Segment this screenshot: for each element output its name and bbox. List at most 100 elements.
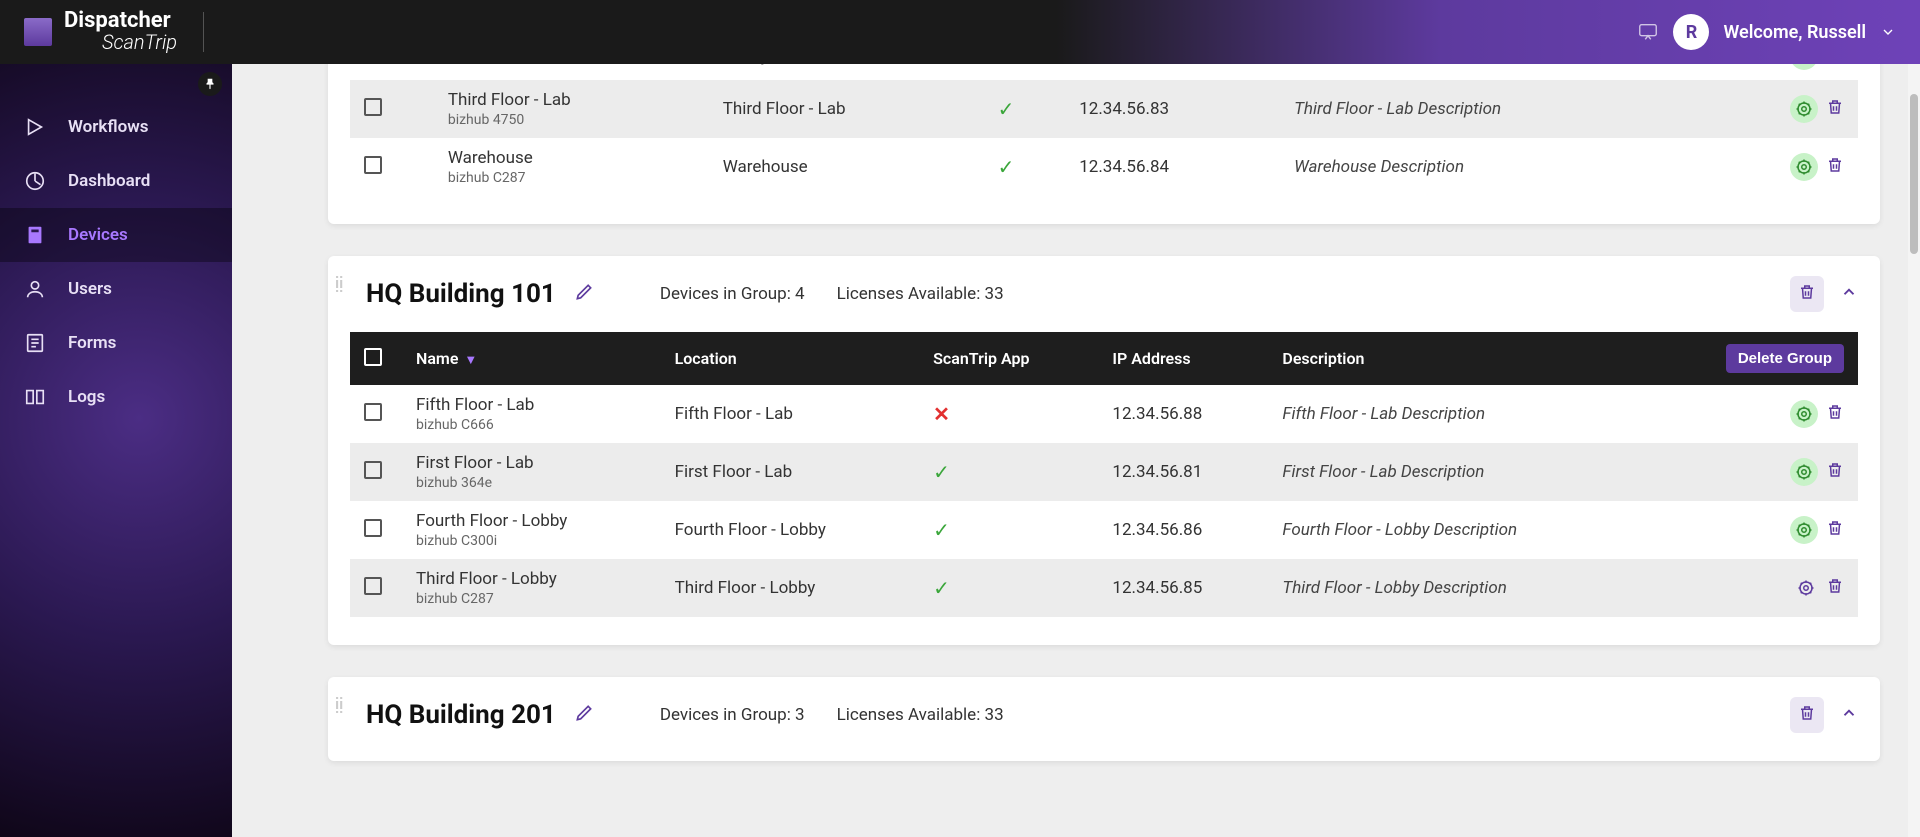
device-model: bizhub C287 xyxy=(448,170,695,186)
delete-device-button[interactable] xyxy=(1826,576,1844,601)
pin-sidebar-button[interactable] xyxy=(198,72,222,96)
gear-icon[interactable] xyxy=(1794,576,1818,600)
scrollbar[interactable] xyxy=(1908,64,1920,837)
gear-configured-icon[interactable] xyxy=(1790,95,1818,123)
chat-icon[interactable] xyxy=(1637,21,1659,43)
group-title: HQ Building 201 xyxy=(366,700,556,730)
col-location[interactable]: Location xyxy=(661,332,920,385)
collapse-group-button[interactable] xyxy=(1840,283,1858,305)
device-row: Warehouse bizhub C287 Warehouse ✓ 12.34.5… xyxy=(350,138,1858,196)
status-ok-icon: ✓ xyxy=(998,155,1015,179)
device-description: Fourth Floor - Lobby Description xyxy=(1268,501,1647,559)
logo: Dispatcher ScanTrip xyxy=(24,10,204,54)
gear-configured-icon[interactable] xyxy=(1790,516,1818,544)
device-description: Third Floor - Lobby Description xyxy=(1268,559,1647,617)
col-scantrip[interactable]: ScanTrip App xyxy=(919,332,1098,385)
sidebar-item-label: Users xyxy=(68,279,112,299)
device-name: Fourth Floor - Lobby xyxy=(416,511,647,531)
main-content: bizhub 364e Lobby Third Floor - Labbizhu… xyxy=(232,0,1920,837)
device-table: Name▼ Location ScanTrip App IP Address D… xyxy=(350,332,1858,617)
user-menu[interactable]: R Welcome, Russell xyxy=(1637,14,1896,50)
group-card: ⠿⠿ HQ Building 101 Devices in Group: 4 L… xyxy=(328,256,1880,645)
delete-device-button[interactable] xyxy=(1826,518,1844,543)
device-row: First Floor - Lab bizhub 364e First Floor… xyxy=(350,443,1858,501)
status-ok-icon: ✓ xyxy=(933,576,950,600)
sidebar-item-users[interactable]: Users xyxy=(0,262,232,316)
col-ip[interactable]: IP Address xyxy=(1098,332,1268,385)
status-ok-icon: ✓ xyxy=(933,518,950,542)
col-description[interactable]: Description xyxy=(1268,332,1647,385)
sidebar-item-devices[interactable]: Devices xyxy=(0,208,232,262)
device-location: Warehouse xyxy=(709,138,984,196)
device-ip: 12.34.56.85 xyxy=(1098,559,1268,617)
sidebar-item-workflows[interactable]: Workflows xyxy=(0,100,232,154)
device-model: bizhub C666 xyxy=(416,417,647,433)
delete-group-button[interactable]: Delete Group xyxy=(1726,344,1844,373)
header: Dispatcher ScanTrip R Welcome, Russell xyxy=(0,0,1920,64)
gear-configured-icon[interactable] xyxy=(1790,400,1818,428)
row-checkbox[interactable] xyxy=(364,403,382,421)
sidebar-item-forms[interactable]: Forms xyxy=(0,316,232,370)
device-model: bizhub 364e xyxy=(416,475,647,491)
col-name[interactable]: Name▼ xyxy=(402,332,661,385)
row-checkbox[interactable] xyxy=(364,577,382,595)
logs-icon xyxy=(24,386,46,408)
drag-handle-icon[interactable]: ⠿⠿ xyxy=(334,280,340,292)
avatar[interactable]: R xyxy=(1673,14,1709,50)
device-location: Fourth Floor - Lobby xyxy=(661,501,920,559)
device-name: Warehouse xyxy=(448,148,695,168)
delete-device-button[interactable] xyxy=(1826,460,1844,485)
device-row: Third Floor - Lobbybizhub C287 Third Flo… xyxy=(350,559,1858,617)
delete-device-button[interactable] xyxy=(1826,402,1844,427)
edit-group-title-button[interactable] xyxy=(574,703,594,727)
delete-group-icon-button[interactable] xyxy=(1790,276,1824,312)
delete-group-icon-button[interactable] xyxy=(1790,697,1824,733)
sidebar-item-label: Workflows xyxy=(68,117,149,137)
status-ok-icon: ✓ xyxy=(998,97,1015,121)
sidebar-item-dashboard[interactable]: Dashboard xyxy=(0,154,232,208)
chevron-down-icon[interactable] xyxy=(1880,24,1896,40)
device-name: First Floor - Lab xyxy=(416,453,647,473)
device-location: Fifth Floor - Lab xyxy=(661,385,920,443)
sidebar-item-logs[interactable]: Logs xyxy=(0,370,232,424)
row-checkbox[interactable] xyxy=(364,98,382,116)
collapse-group-button[interactable] xyxy=(1840,704,1858,726)
devices-in-group: Devices in Group: 4 xyxy=(660,284,805,304)
device-location: Third Floor - Lab xyxy=(709,80,984,138)
drag-handle-icon[interactable]: ⠿⠿ xyxy=(334,701,340,713)
device-location: First Floor - Lab xyxy=(661,443,920,501)
device-row: Fourth Floor - Lobby bizhub C300i Fourth … xyxy=(350,501,1858,559)
licenses-available: Licenses Available: 33 xyxy=(837,284,1004,304)
row-checkbox[interactable] xyxy=(364,156,382,174)
logo-mark-icon xyxy=(24,18,52,46)
dashboard-icon xyxy=(24,170,46,192)
group-title: HQ Building 101 xyxy=(366,279,556,309)
device-ip: 12.34.56.84 xyxy=(1065,138,1280,196)
device-ip: 12.34.56.83 xyxy=(1065,80,1280,138)
forms-icon xyxy=(24,332,46,354)
delete-device-button[interactable] xyxy=(1826,155,1844,180)
device-row: Third Floor - Labbizhub 4750 Third Floor… xyxy=(350,80,1858,138)
workflow-icon xyxy=(24,116,46,138)
gear-configured-icon[interactable] xyxy=(1790,458,1818,486)
device-description: Warehouse Description xyxy=(1280,138,1708,196)
sidebar-item-label: Devices xyxy=(68,225,128,245)
device-model: bizhub C300i xyxy=(416,533,647,549)
device-location: Third Floor - Lobby xyxy=(661,559,920,617)
gear-configured-icon[interactable] xyxy=(1790,153,1818,181)
row-checkbox[interactable] xyxy=(364,519,382,537)
sort-desc-icon: ▼ xyxy=(464,353,477,368)
sidebar: Workflows Dashboard Devices Users FormsLogs xyxy=(0,0,232,837)
brand-sub: ScanTrip xyxy=(102,30,177,54)
select-all-checkbox[interactable] xyxy=(364,348,382,366)
group-card: ⠿⠿ HQ Building 201 Devices in Group: 3 L… xyxy=(328,677,1880,761)
row-checkbox[interactable] xyxy=(364,461,382,479)
device-description: Fifth Floor - Lab Description xyxy=(1268,385,1647,443)
scrollbar-thumb[interactable] xyxy=(1910,94,1918,254)
welcome-text: Welcome, Russell xyxy=(1723,22,1866,43)
edit-group-title-button[interactable] xyxy=(574,282,594,306)
device-name: Third Floor - Lobby xyxy=(416,569,647,589)
pin-icon xyxy=(203,77,217,91)
logo-divider xyxy=(203,12,204,52)
delete-device-button[interactable] xyxy=(1826,97,1844,122)
